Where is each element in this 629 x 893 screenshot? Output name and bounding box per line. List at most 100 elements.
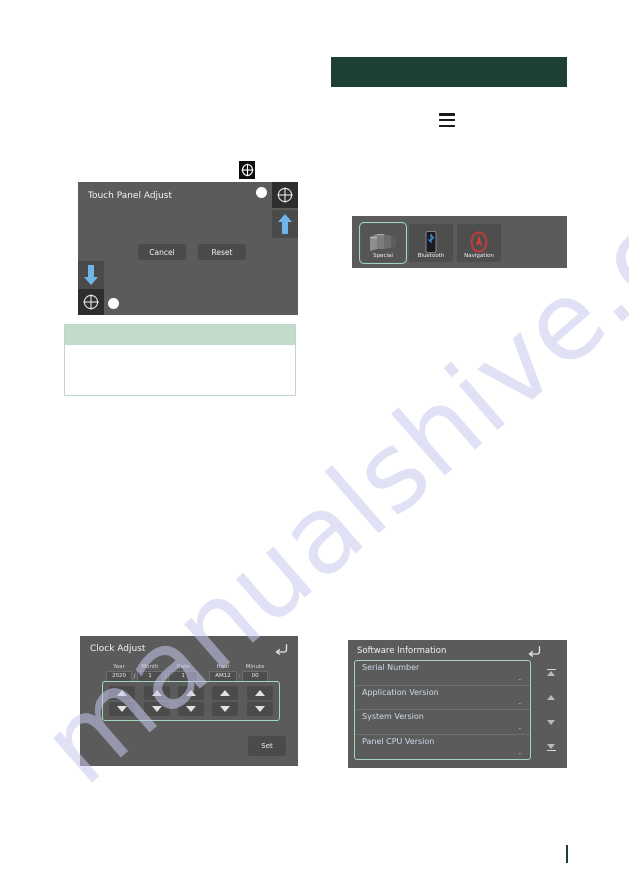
arrow-down-indicator [78,261,104,289]
clock-field-date: Date 1 [168,664,199,682]
set-button[interactable]: Set [248,736,286,756]
crosshair-icon [83,294,99,310]
scroll-up-button[interactable] [540,688,562,708]
minute-up-button[interactable] [246,686,273,700]
special-stack-glyph [370,234,396,251]
year-value[interactable]: 2020 [106,671,132,682]
date-value[interactable]: 1 [168,671,199,682]
month-down-button[interactable] [143,702,170,716]
cancel-button[interactable]: Cancel [138,244,186,260]
reset-button[interactable]: Reset [198,244,246,260]
hour-down-button[interactable] [212,702,239,716]
software-item-value: - [518,750,521,758]
list-item[interactable]: Serial Number - [355,661,530,686]
touch-panel-adjust-screen: Touch Panel Adjust Cancel Reset [78,182,298,315]
date-down-button[interactable] [177,702,204,716]
scroll-to-bottom-button[interactable] [540,738,562,758]
bluetooth-device-glyph [425,231,437,253]
year-down-button[interactable] [109,702,136,716]
field-label: Month [141,664,159,670]
touch-panel-adjust-title: Touch Panel Adjust [88,191,172,201]
note-box [64,324,296,396]
clock-adjust-title: Clock Adjust [90,644,146,654]
software-item-name: Serial Number [362,663,420,672]
scroll-to-top-button[interactable] [540,663,562,683]
touch-target-top-right[interactable] [272,182,298,208]
software-information-list: Serial Number - Application Version - Sy… [354,660,531,760]
page-footer-marker [566,845,568,863]
bar-icon [546,749,556,752]
crosshair-glyph [241,163,253,177]
month-value[interactable]: 1 [137,671,164,682]
triangle-up-icon [117,690,128,696]
field-label: Date [176,664,190,670]
stepper-date [177,686,204,716]
software-item-name: Application Version [362,687,439,697]
bar-icon [546,668,556,671]
clock-field-minute: Minute 00 [242,664,269,682]
back-arrow-glyph [528,646,541,658]
triangle-down-icon [220,706,231,712]
software-item-name: System Version [362,712,424,721]
field-label: Hour [216,664,230,670]
clock-field-month: Month 1 [137,664,164,682]
clock-adjust-screen: Clock Adjust Year 2020 / Month 1 / Date … [80,636,298,766]
crosshair-icon [277,187,293,203]
software-item-value: - [518,700,521,708]
software-item-value: - [518,675,521,684]
arrow-down-icon [84,265,98,285]
date-up-button[interactable] [177,686,204,700]
source-tile-navigation[interactable]: Navigation [457,224,501,262]
navigation-compass-glyph [470,231,488,253]
arrow-up-indicator [272,210,298,238]
hour-value[interactable]: AM12 [209,671,238,682]
triangle-down-icon [254,706,265,712]
triangle-up-icon [220,690,231,696]
clock-field-row: Year 2020 / Month 1 / Date 1 Hour AM12 :… [106,664,276,682]
navigation-compass-icon [469,231,489,253]
minute-value[interactable]: 00 [242,671,269,682]
triangle-up-icon [547,695,555,700]
hamburger-menu-icon[interactable] [439,113,455,127]
year-up-button[interactable] [109,686,136,700]
triangle-up-icon [151,690,162,696]
clock-field-hour: Hour AM12 [209,664,238,682]
month-up-button[interactable] [143,686,170,700]
triangle-down-icon [547,720,555,725]
triangle-down-icon [185,706,196,712]
list-item[interactable]: Panel CPU Version - [355,735,530,760]
triangle-up-icon [185,690,196,696]
software-information-scrollbar [539,660,563,760]
source-tile-label: Special [373,253,393,259]
hamburger-bar-2 [439,118,455,122]
clock-stepper-group [102,681,280,721]
note-box-header [65,325,295,345]
touch-target-bottom-left[interactable] [78,289,104,315]
stepper-minute [246,686,273,716]
field-label: Minute [245,664,265,670]
list-item[interactable]: System Version - [355,710,530,735]
software-item-value: - [518,724,521,733]
scroll-down-button[interactable] [540,713,562,733]
hamburger-bar-3 [439,124,455,127]
section-header-bar [331,57,567,87]
minute-down-button[interactable] [246,702,273,716]
hour-up-button[interactable] [212,686,239,700]
software-information-title: Software Information [357,646,447,656]
stepper-month [143,686,170,716]
special-stack-icon [368,231,398,253]
source-tile-bluetooth[interactable]: Bluetooth [409,224,453,262]
note-box-body [65,345,295,395]
bluetooth-device-icon [425,231,437,253]
software-information-screen: Software Information Serial Number - App… [348,640,567,768]
manual-page: manualshive.com Touch Panel Adjust Cance… [0,0,629,893]
triangle-up-icon [254,690,265,696]
source-tile-special[interactable]: Special [358,221,408,265]
arrow-up-icon [278,214,292,234]
field-label: Year [113,664,125,670]
source-select-strip: Special Bluetooth Navigation [352,216,567,268]
triangle-up-icon [547,671,555,677]
stepper-hour [212,686,239,716]
back-arrow-icon[interactable] [275,642,288,660]
list-item[interactable]: Application Version - [355,686,530,710]
